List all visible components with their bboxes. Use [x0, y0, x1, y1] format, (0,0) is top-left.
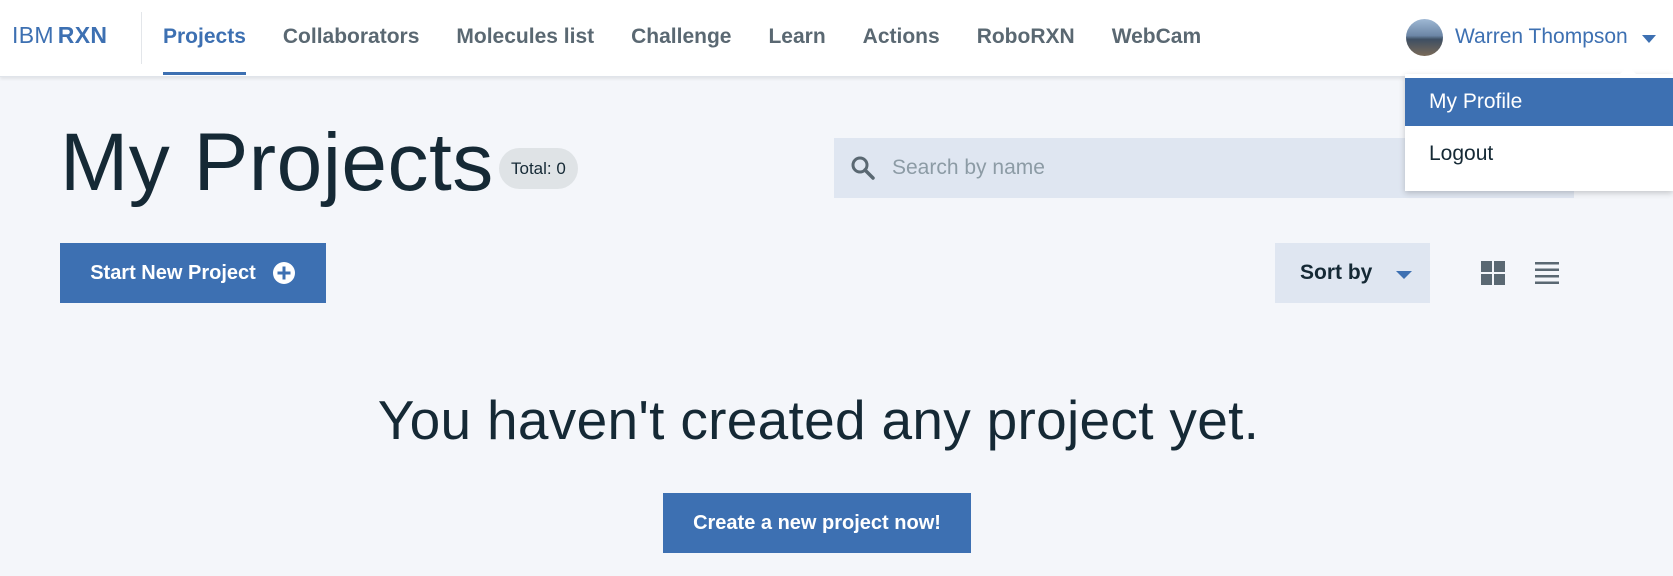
start-new-project-label: Start New Project: [90, 261, 256, 284]
search-input[interactable]: [892, 138, 1492, 198]
search-icon: [851, 156, 875, 180]
empty-state-message: You haven't created any project yet.: [377, 389, 1260, 451]
list-view-icon[interactable]: [1535, 261, 1559, 285]
brand-divider: [141, 12, 142, 64]
sort-by-label: Sort by: [1300, 261, 1373, 284]
menu-item-my-profile[interactable]: My Profile: [1405, 78, 1673, 126]
chevron-down-icon: [1396, 271, 1413, 279]
chevron-down-icon: [1641, 35, 1656, 43]
brand-name: RXN: [57, 22, 108, 48]
grid-view-icon[interactable]: [1481, 261, 1505, 285]
nav-item-actions[interactable]: Actions: [863, 0, 940, 77]
brand-prefix: IBM: [12, 22, 54, 48]
start-new-project-button[interactable]: Start New Project: [60, 243, 326, 303]
page-title: My Projects: [60, 117, 494, 208]
user-name: Warren Thompson: [1455, 25, 1628, 48]
menu-item-logout[interactable]: Logout: [1405, 130, 1673, 178]
nav-item-webcam[interactable]: WebCam: [1112, 0, 1201, 77]
create-project-now-button[interactable]: Create a new project now!: [663, 493, 971, 553]
nav-item-molecules-list[interactable]: Molecules list: [456, 0, 594, 77]
nav-item-collaborators[interactable]: Collaborators: [283, 0, 420, 77]
sort-by-dropdown[interactable]: Sort by: [1275, 243, 1430, 303]
top-navigation-bar: IBM RXN Projects Collaborators Molecules …: [0, 0, 1673, 77]
nav-item-learn[interactable]: Learn: [768, 0, 825, 77]
main-nav: Projects Collaborators Molecules list Ch…: [163, 0, 1238, 77]
avatar: [1406, 18, 1443, 56]
nav-item-roborxn[interactable]: RoboRXN: [977, 0, 1075, 77]
total-count-badge: Total: 0: [499, 148, 578, 189]
nav-item-projects[interactable]: Projects: [163, 0, 246, 77]
brand-logo[interactable]: IBM RXN: [12, 22, 107, 49]
user-menu-toggle[interactable]: Warren Thompson: [1406, 17, 1656, 57]
user-dropdown-menu: My Profile Logout: [1405, 66, 1673, 191]
plus-circle-icon: [272, 262, 295, 284]
nav-item-challenge[interactable]: Challenge: [631, 0, 731, 77]
